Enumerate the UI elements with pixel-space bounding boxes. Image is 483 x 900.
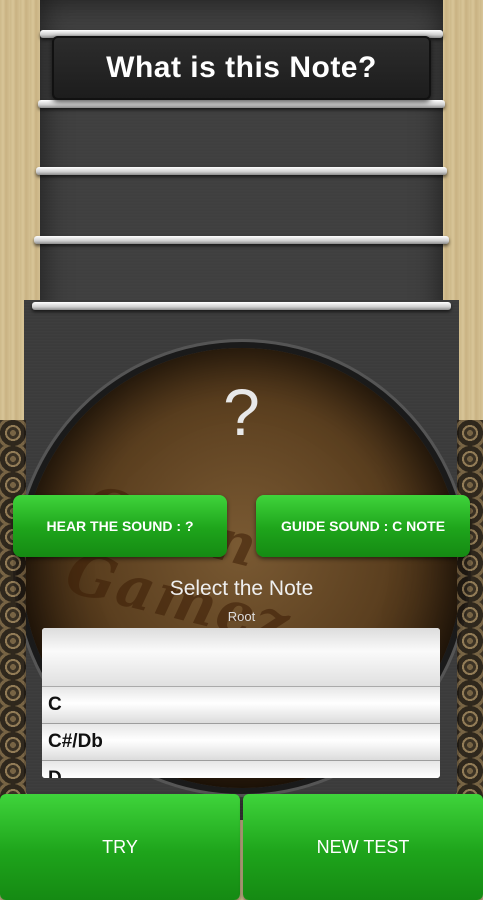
- title-banner: What is this Note?: [52, 36, 431, 100]
- fret: [38, 100, 445, 108]
- note-picker[interactable]: C C#/Db D: [42, 628, 440, 778]
- fret: [34, 236, 449, 244]
- guide-sound-button[interactable]: GUIDE SOUND : C NOTE: [256, 495, 470, 557]
- fret: [36, 167, 447, 175]
- hear-sound-button[interactable]: HEAR THE SOUND : ?: [13, 495, 227, 557]
- page-title: What is this Note?: [106, 51, 377, 84]
- try-button[interactable]: TRY: [0, 794, 240, 900]
- picker-option[interactable]: C: [42, 687, 440, 724]
- fret: [32, 302, 451, 310]
- unknown-note-symbol: ?: [223, 375, 260, 449]
- new-test-button[interactable]: NEW TEST: [243, 794, 483, 900]
- picker-option[interactable]: C#/Db: [42, 724, 440, 761]
- root-label: Root: [227, 609, 256, 624]
- picker-option[interactable]: D: [42, 761, 440, 778]
- picker-empty-row: [42, 628, 440, 687]
- select-note-label: Select the Note: [169, 577, 314, 600]
